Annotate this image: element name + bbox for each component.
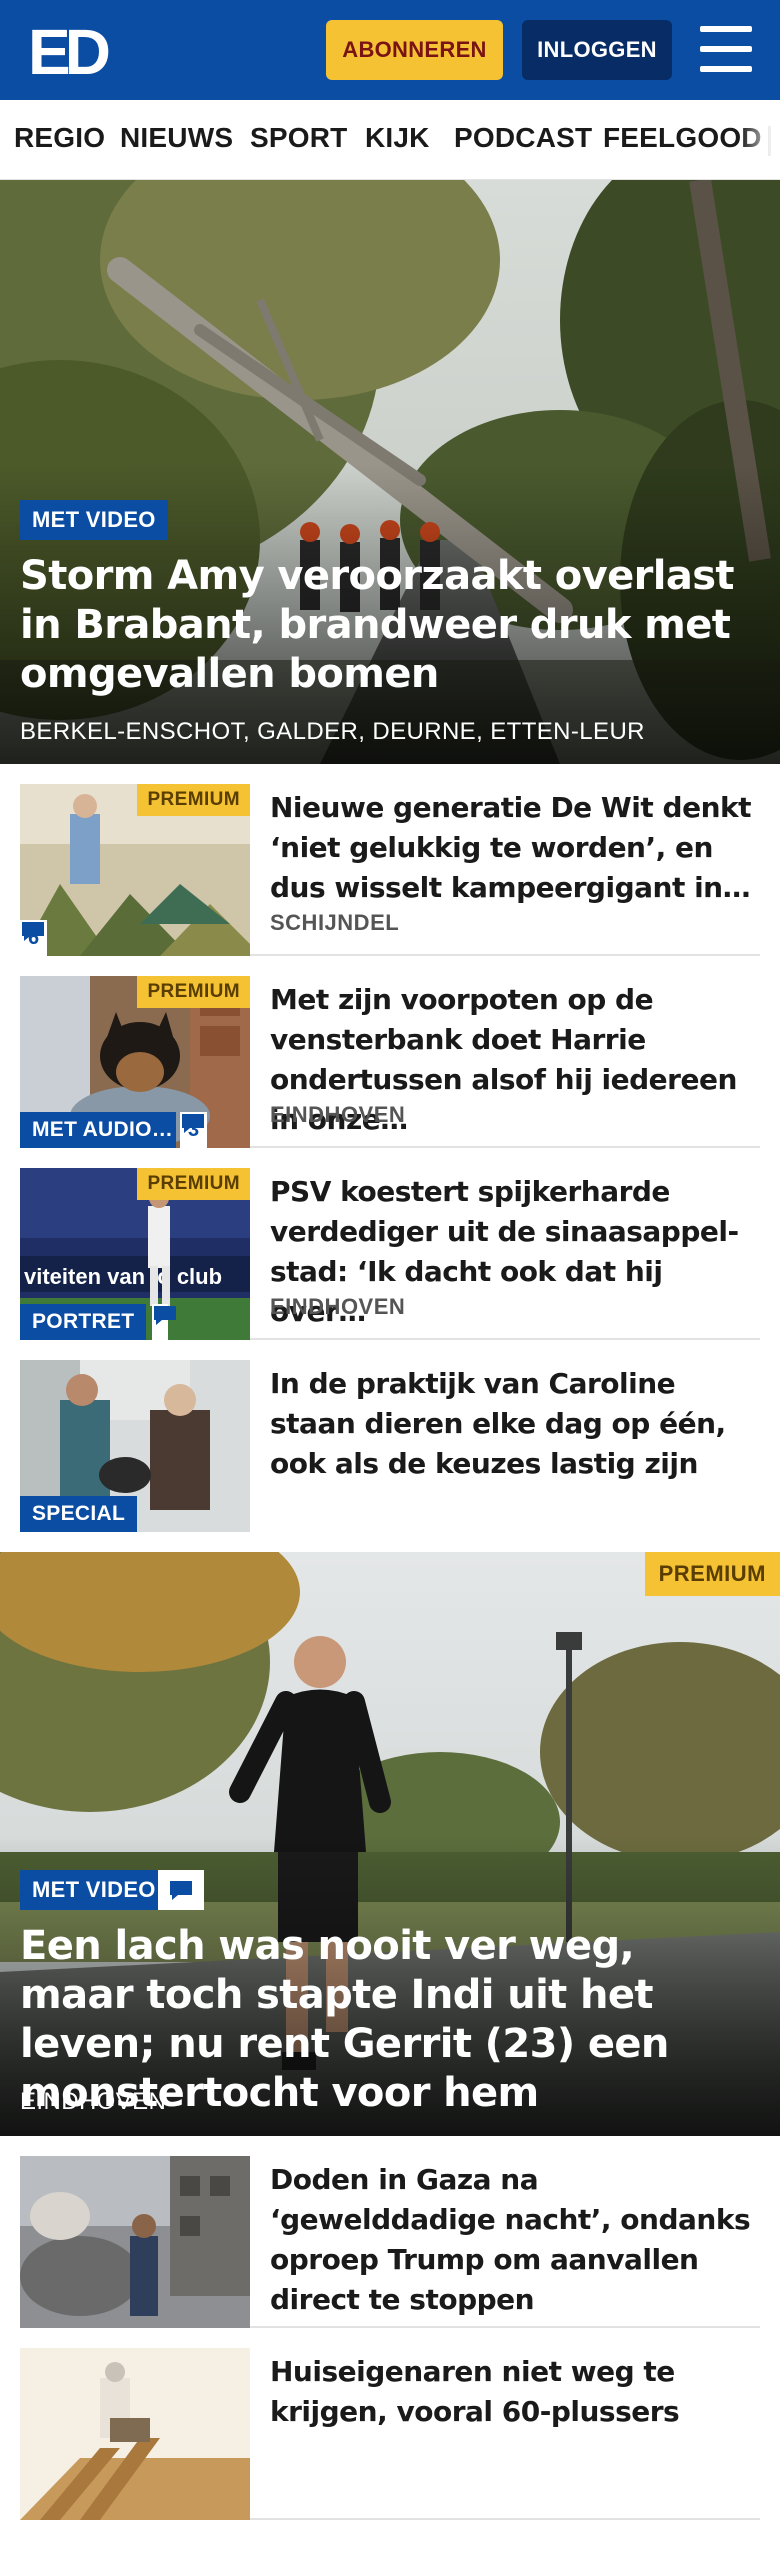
video-tag: MET VIDEO — [20, 500, 168, 540]
video-tag: MET VIDEO — [20, 1870, 168, 1910]
nav-item-kijk[interactable]: KIJK — [365, 122, 430, 154]
nav-item-feelgood[interactable]: FEELGOOD — [603, 122, 762, 154]
list-item[interactable]: viteiten van jo club PREMIUM PORTRET PSV… — [20, 1148, 760, 1340]
premium-badge: PREMIUM — [137, 1168, 250, 1200]
article-title[interactable]: Huiseigenaren niet weg te krijgen, voora… — [270, 2352, 760, 2432]
hamburger-icon[interactable] — [700, 26, 752, 72]
nav-item-sport[interactable]: SPORT — [250, 122, 347, 154]
article-title[interactable]: In de praktijk van Caroline staan dieren… — [270, 1364, 760, 1484]
premium-badge: PREMIUM — [137, 784, 250, 816]
comment-icon — [22, 922, 44, 941]
portrait-tag: PORTRET — [20, 1304, 147, 1340]
comment-icon — [154, 1306, 176, 1325]
article-thumbnail — [20, 2156, 250, 2328]
hero-location: EINDHOVEN — [20, 2088, 167, 2115]
article-location: EINDHOVEN — [270, 1294, 406, 1319]
nav-item-podcast[interactable]: PODCAST — [454, 122, 592, 154]
premium-badge: PREMIUM — [644, 1552, 780, 1596]
article-thumbnail: SPECIAL — [20, 1360, 250, 1532]
list-item[interactable]: SPECIAL In de praktijk van Caroline staa… — [20, 1340, 760, 1532]
audio-tag: MET AUDIO… — [20, 1112, 176, 1148]
hero-headline[interactable]: Storm Amy veroorzaakt overlast in Braban… — [20, 552, 760, 699]
premium-badge: PREMIUM — [137, 976, 250, 1008]
top-bar: ED ABONNEREN INLOGGEN — [0, 0, 780, 100]
article-location: EINDHOVEN — [270, 1102, 406, 1127]
comment-count[interactable]: 6 — [20, 920, 48, 956]
article-thumbnail: viteiten van jo club PREMIUM PORTRET — [20, 1168, 250, 1340]
hero-article-storm[interactable]: MET VIDEO Storm Amy veroorzaakt overlast… — [0, 180, 780, 764]
nav-item-nieuws[interactable]: NIEUWS — [120, 122, 233, 154]
subscribe-button[interactable]: ABONNEREN — [326, 20, 503, 80]
login-button[interactable]: INLOGGEN — [522, 20, 672, 80]
special-tag: SPECIAL — [20, 1496, 138, 1532]
article-thumbnail: PREMIUM 6 — [20, 784, 250, 956]
article-thumbnail — [20, 2348, 250, 2520]
list-item[interactable]: PREMIUM MET AUDIO… 3 Met zijn voorpoten … — [20, 956, 760, 1148]
hero-location: BERKEL-ENSCHOT, GALDER, DEURNE, ETTEN-LE… — [20, 718, 645, 745]
list-item[interactable]: PREMIUM 6 Nieuwe generatie De Wit denkt … — [20, 764, 760, 956]
article-thumbnail: PREMIUM MET AUDIO… 3 — [20, 976, 250, 1148]
article-title[interactable]: Nieuwe generatie De Wit denkt ‘niet gelu… — [270, 788, 760, 908]
comment-icon[interactable] — [158, 1870, 204, 1910]
svg-text:ED: ED — [28, 20, 109, 80]
list-item[interactable]: Huiseigenaren niet weg te krijgen, voora… — [20, 2328, 760, 2520]
article-location: SCHIJNDEL — [270, 910, 400, 935]
article-title[interactable]: Doden in Gaza na ‘gewelddadige nacht’, o… — [270, 2160, 760, 2320]
svg-text:viteiten van jo club: viteiten van jo club — [24, 1264, 222, 1289]
section-nav: REGIO NIEUWS SPORT KIJK PODCAST FEELGOOD — [0, 100, 780, 180]
ed-logo[interactable]: ED — [28, 16, 116, 88]
list-item[interactable]: Doden in Gaza na ‘gewelddadige nacht’, o… — [20, 2136, 760, 2328]
comment-count[interactable] — [152, 1304, 176, 1340]
comment-count[interactable]: 3 — [180, 1112, 208, 1148]
comment-icon — [182, 1114, 204, 1133]
nav-item-regio[interactable]: REGIO — [14, 122, 105, 154]
hero-article-gerrit[interactable]: PREMIUM MET VIDEO Een lach was nooit ver… — [0, 1552, 780, 2136]
